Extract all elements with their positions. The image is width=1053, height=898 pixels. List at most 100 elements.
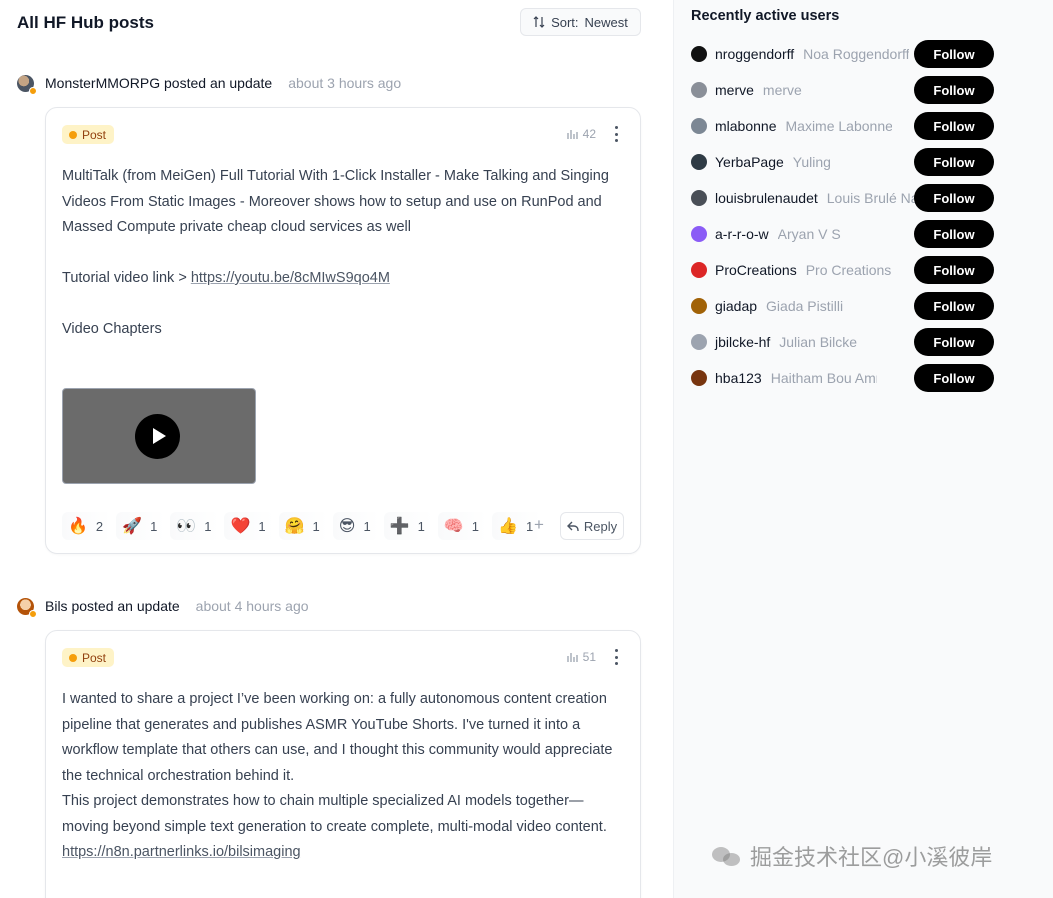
reaction-chip[interactable]: 👀 1 xyxy=(170,512,220,540)
user-row[interactable]: ProCreations Pro Creations Follow xyxy=(691,256,994,284)
user-fullname: Pro Creations xyxy=(805,262,892,278)
reaction-chip[interactable]: 🧠 1 xyxy=(437,512,488,540)
badge-dot-icon xyxy=(69,130,77,139)
watermark-text: 掘金技术社区@小溪彼岸 xyxy=(750,845,993,870)
avatar[interactable] xyxy=(691,154,707,170)
user-handle[interactable]: louisbrulenaudet xyxy=(715,190,818,206)
reaction-emoji-icon: ➕ xyxy=(389,518,410,535)
bar-chart-icon xyxy=(566,129,578,139)
avatar[interactable] xyxy=(691,82,707,98)
reaction-emoji-icon: 🔥 xyxy=(68,518,88,535)
reaction-chip[interactable]: ❤️ 1 xyxy=(224,512,274,540)
post-link[interactable]: https://n8n.partnerlinks.io/bilsimaging xyxy=(62,844,301,860)
user-row[interactable]: YerbaPage Yuling Follow xyxy=(691,148,994,176)
avatar[interactable] xyxy=(17,597,37,618)
user-handle[interactable]: jbilcke-hf xyxy=(715,334,770,350)
reaction-count: 1 xyxy=(150,518,158,534)
avatar[interactable] xyxy=(691,226,707,242)
user-handle[interactable]: nroggendorff xyxy=(715,46,794,62)
avatar[interactable] xyxy=(691,190,707,206)
post-header: Bils posted an update about 4 hours ago xyxy=(17,596,309,618)
user-fullname: merve xyxy=(762,82,802,98)
user-fullname: Giada Pistilli xyxy=(766,298,844,314)
reaction-bar: 🔥 2 🚀 1 👀 1 ❤️ 1 🤗 1 😎 1 ➕ 1 🧠 1 👍 1 xyxy=(62,512,538,540)
user-handle[interactable]: merve xyxy=(715,82,754,98)
reply-arrow-icon xyxy=(566,521,579,531)
sidebar: Recently active users nroggendorff Noa Ro… xyxy=(673,0,1053,898)
follow-button[interactable]: Follow xyxy=(914,40,994,68)
post-paragraph: This project demonstrates how to chain m… xyxy=(62,793,607,835)
avatar[interactable] xyxy=(691,334,707,350)
reaction-chip[interactable]: 😎 1 xyxy=(332,512,379,540)
user-handle[interactable]: giadap xyxy=(715,298,757,314)
user-handle[interactable]: YerbaPage xyxy=(715,154,784,170)
post-badge: Post xyxy=(62,648,115,667)
follow-button[interactable]: Follow xyxy=(914,220,994,248)
view-count-value: 42 xyxy=(582,127,596,141)
avatar[interactable] xyxy=(691,370,707,386)
post-paragraph: https://n8n.partnerlinks.io/bilsimaging xyxy=(62,840,624,866)
user-handle[interactable]: ProCreations xyxy=(715,262,797,278)
more-options-icon[interactable] xyxy=(611,126,621,142)
follow-button[interactable]: Follow xyxy=(914,256,994,284)
reply-button[interactable]: Reply xyxy=(560,512,624,540)
user-row[interactable]: mlabonne Maxime Labonne Follow xyxy=(691,112,994,140)
user-fullname: Haitham Bou Ammar xyxy=(770,370,877,386)
follow-button[interactable]: Follow xyxy=(914,292,994,320)
user-row[interactable]: merve merve Follow xyxy=(691,76,994,104)
post-author[interactable]: MonsterMMORPG posted an update xyxy=(45,75,272,91)
sort-value: Newest xyxy=(584,14,628,30)
follow-button[interactable]: Follow xyxy=(914,364,994,392)
follow-button[interactable]: Follow xyxy=(914,328,994,356)
reaction-emoji-icon: 👍 xyxy=(498,518,518,535)
user-row[interactable]: nroggendorff Noa Roggendorff Follow xyxy=(691,40,994,68)
post-card[interactable]: Post 51 I wanted to share a project I’ve… xyxy=(45,630,641,898)
sort-label: Sort: xyxy=(551,14,579,30)
avatar[interactable] xyxy=(17,74,37,95)
user-fullname: Yuling xyxy=(792,154,831,170)
reaction-count: 1 xyxy=(258,518,266,534)
avatar[interactable] xyxy=(691,262,707,278)
avatar[interactable] xyxy=(691,46,707,62)
reaction-emoji-icon: 🤗 xyxy=(284,518,305,535)
post-paragraph-text: Tutorial video link > xyxy=(62,270,191,286)
post-paragraph: Video Chapters xyxy=(62,321,162,337)
user-fullname: Aryan V S xyxy=(777,226,841,242)
post-link[interactable]: https://youtu.be/8cMIwS9qo4M xyxy=(191,270,390,286)
user-handle[interactable]: mlabonne xyxy=(715,118,777,134)
user-row[interactable]: jbilcke-hf Julian Bilcke Follow xyxy=(691,328,994,356)
user-row[interactable]: louisbrulenaudetLouis Brulé NaudetFollow xyxy=(691,184,994,212)
user-row[interactable]: hba123 Haitham Bou Ammar Follow xyxy=(691,364,994,392)
video-thumbnail[interactable] xyxy=(62,388,256,484)
post-time: about 4 hours ago xyxy=(195,598,309,614)
user-row[interactable]: giadap Giada Pistilli Follow xyxy=(691,292,994,320)
reaction-chip[interactable]: 🚀 1 xyxy=(116,512,166,540)
play-icon[interactable] xyxy=(135,414,180,459)
badge-dot-icon xyxy=(69,653,77,662)
avatar[interactable] xyxy=(691,298,707,314)
reply-label: Reply xyxy=(583,518,618,534)
more-options-icon[interactable] xyxy=(611,649,621,665)
sort-button[interactable]: Sort: Newest xyxy=(520,8,641,36)
user-handle[interactable]: hba123 xyxy=(715,370,762,386)
user-row[interactable]: a-r-r-o-w Aryan V S Follow xyxy=(691,220,994,248)
view-count: 51 xyxy=(566,650,596,664)
reaction-chip[interactable]: ➕ 1 xyxy=(383,512,433,540)
post-body: MultiTalk (from MeiGen) Full Tutorial Wi… xyxy=(62,164,624,343)
follow-button[interactable]: Follow xyxy=(914,184,994,212)
reaction-chip[interactable]: 🔥 2 xyxy=(62,512,112,540)
add-reaction-icon[interactable]: + xyxy=(532,516,546,533)
avatar[interactable] xyxy=(691,118,707,134)
sort-arrows-icon xyxy=(533,16,545,28)
follow-button[interactable]: Follow xyxy=(914,76,994,104)
reaction-count: 1 xyxy=(204,518,212,534)
follow-button[interactable]: Follow xyxy=(914,148,994,176)
user-handle[interactable]: a-r-r-o-w xyxy=(715,226,769,242)
posts-feed: All HF Hub posts Sort: Newest MonsterMMO… xyxy=(0,0,673,898)
reaction-chip[interactable]: 🤗 1 xyxy=(278,512,328,540)
post-paragraph: MultiTalk (from MeiGen) Full Tutorial Wi… xyxy=(62,168,609,235)
post-author[interactable]: Bils posted an update xyxy=(45,598,180,614)
post-card[interactable]: Post 42 MultiTalk (from MeiGen) Full Tut… xyxy=(45,107,641,554)
post-body: I wanted to share a project I’ve been wo… xyxy=(62,687,624,866)
follow-button[interactable]: Follow xyxy=(914,112,994,140)
